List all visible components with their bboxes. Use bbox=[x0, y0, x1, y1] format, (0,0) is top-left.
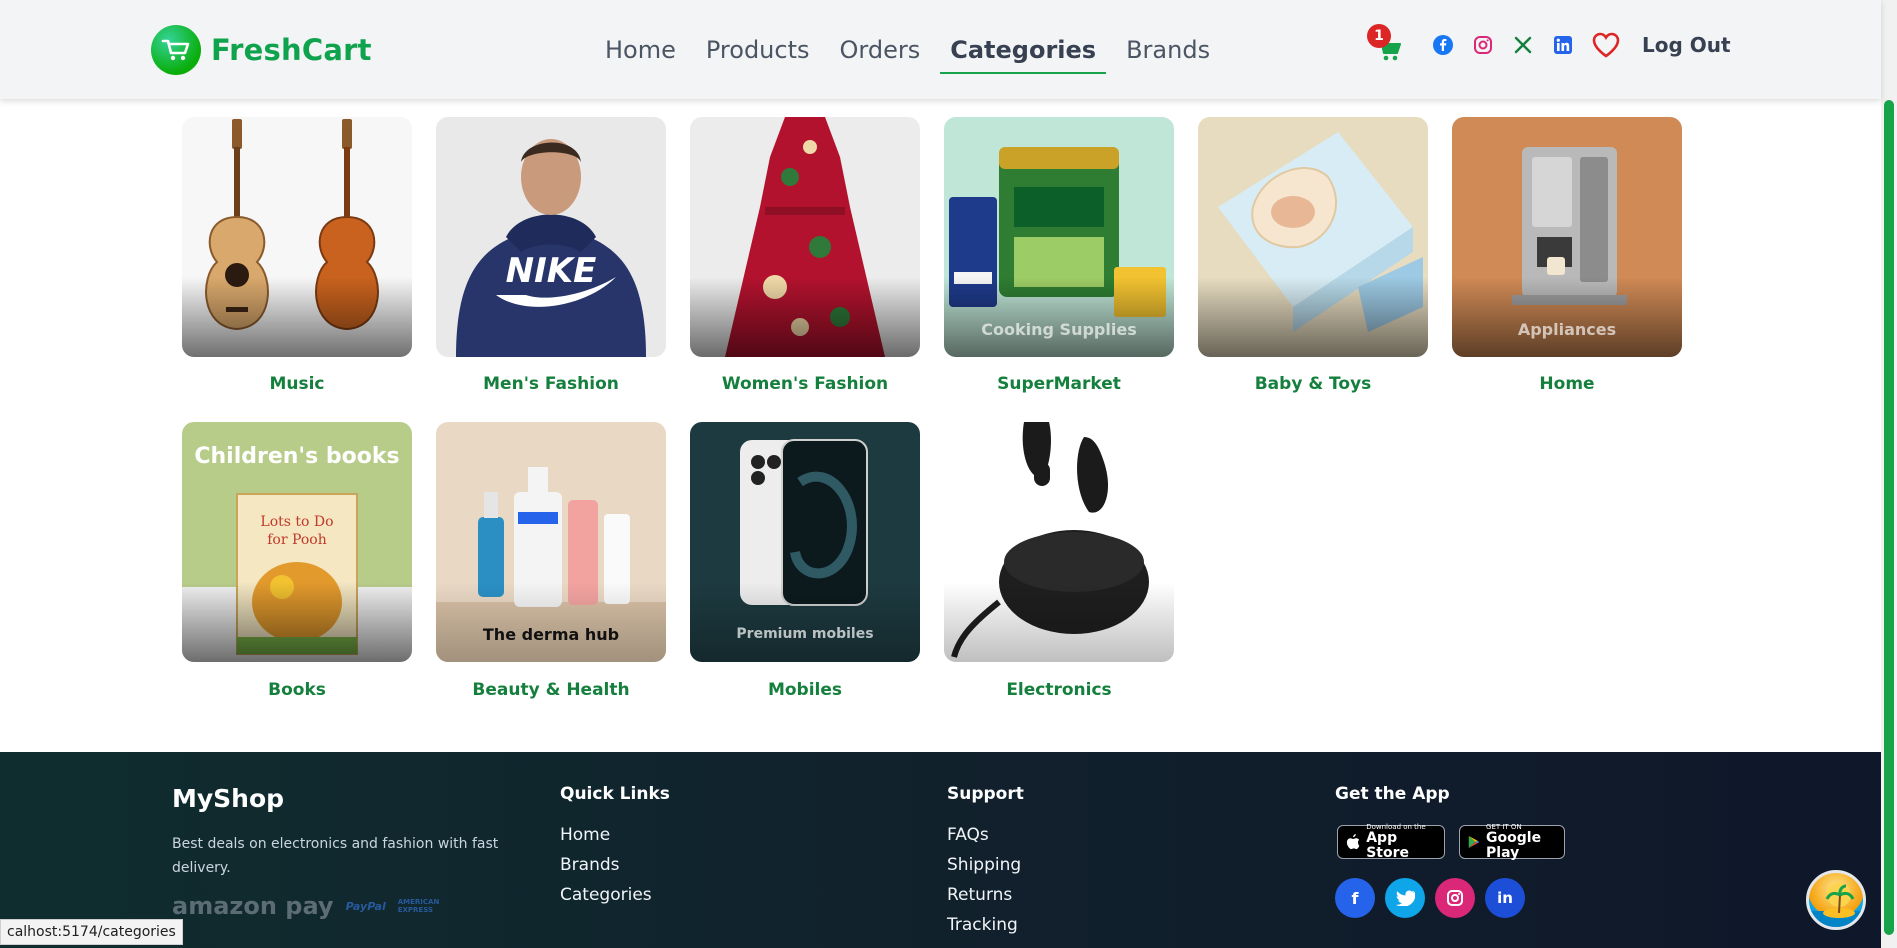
apple-icon bbox=[1346, 834, 1360, 850]
category-card-home[interactable]: Appliances bbox=[1452, 117, 1682, 357]
brand[interactable]: FreshCart bbox=[151, 25, 372, 75]
navbar: FreshCart Home Products Orders Categorie… bbox=[0, 0, 1881, 99]
category-card-baby-toys[interactable] bbox=[1198, 117, 1428, 357]
nav-products[interactable]: Products bbox=[691, 34, 825, 74]
category-name[interactable]: Baby & Toys bbox=[1198, 374, 1428, 394]
card-shade bbox=[690, 582, 920, 662]
footer-twitter-icon[interactable] bbox=[1385, 878, 1425, 918]
category-overlay-text: Children's books bbox=[194, 444, 400, 469]
footer-link-tracking[interactable]: Tracking bbox=[947, 915, 1018, 935]
nav-brands[interactable]: Brands bbox=[1111, 34, 1225, 74]
category-card-electronics[interactable] bbox=[944, 422, 1174, 662]
category-card-womens-fashion[interactable] bbox=[690, 117, 920, 357]
category-card-beauty-health[interactable]: The derma hub bbox=[436, 422, 666, 662]
google-play-button[interactable]: GET IT ON Google Play bbox=[1459, 823, 1565, 861]
footer-link-shipping[interactable]: Shipping bbox=[947, 855, 1021, 875]
footer-link-brands[interactable]: Brands bbox=[560, 855, 620, 875]
card-shade bbox=[182, 277, 412, 357]
category-name[interactable]: Books bbox=[182, 680, 412, 700]
category-card-music[interactable] bbox=[182, 117, 412, 357]
cart-button[interactable]: 1 bbox=[1367, 24, 1401, 61]
footer-link-faqs[interactable]: FAQs bbox=[947, 825, 989, 845]
svg-text:NIKE: NIKE bbox=[506, 251, 597, 291]
category-card-books[interactable]: Lots to Do for Pooh Children's books bbox=[182, 422, 412, 662]
footer-linkedin-icon[interactable]: in bbox=[1485, 878, 1525, 918]
card-shade bbox=[1198, 277, 1428, 357]
category-name[interactable]: Mobiles bbox=[690, 680, 920, 700]
card-shade bbox=[182, 582, 412, 662]
card-shade bbox=[944, 277, 1174, 357]
quick-links-heading: Quick Links bbox=[560, 784, 670, 804]
facebook-icon[interactable] bbox=[1432, 34, 1454, 56]
card-shade bbox=[944, 582, 1174, 662]
nav-categories[interactable]: Categories bbox=[935, 34, 1111, 74]
nav-actions: 1 Log Out bbox=[1367, 24, 1731, 61]
google-play-icon bbox=[1468, 835, 1480, 849]
book-title-line: for Pooh bbox=[267, 532, 326, 548]
category-card-supermarket[interactable]: Cooking Supplies bbox=[944, 117, 1174, 357]
linkedin-icon[interactable] bbox=[1552, 34, 1574, 56]
nav-home[interactable]: Home bbox=[590, 34, 691, 74]
category-name[interactable]: Women's Fashion bbox=[690, 374, 920, 394]
scrollbar-thumb[interactable] bbox=[1884, 100, 1894, 935]
payment-methods: amazon pay PayPal AMERICAN EXPRESS bbox=[172, 892, 442, 920]
card-shade bbox=[436, 582, 666, 662]
category-name[interactable]: Men's Fashion bbox=[436, 374, 666, 394]
support-heading: Support bbox=[947, 784, 1024, 804]
category-card-mens-fashion[interactable]: NIKE bbox=[436, 117, 666, 357]
main-nav: Home Products Orders Categories Brands bbox=[590, 34, 1225, 74]
category-name[interactable]: Beauty & Health bbox=[436, 680, 666, 700]
book-title-line: Lots to Do bbox=[260, 514, 333, 530]
get-app-heading: Get the App bbox=[1335, 784, 1450, 804]
category-name[interactable]: Home bbox=[1452, 374, 1682, 394]
status-bar-url: calhost:5174/categories bbox=[0, 919, 183, 945]
instagram-icon[interactable] bbox=[1472, 34, 1494, 56]
category-name[interactable]: Electronics bbox=[944, 680, 1174, 700]
footer-link-home[interactable]: Home bbox=[560, 825, 610, 845]
footer-facebook-icon[interactable]: f bbox=[1335, 878, 1375, 918]
card-shade bbox=[690, 277, 920, 357]
nav-orders[interactable]: Orders bbox=[825, 34, 936, 74]
category-overlay-text: Premium mobiles bbox=[736, 626, 874, 642]
app-store-big-text: App Store bbox=[1366, 830, 1410, 861]
paypal-logo: PayPal bbox=[345, 899, 386, 913]
brand-name: FreshCart bbox=[211, 33, 372, 67]
footer-link-categories[interactable]: Categories bbox=[560, 885, 652, 905]
card-shade bbox=[1452, 277, 1682, 357]
google-play-big-text: Google Play bbox=[1486, 830, 1542, 861]
app-store-button[interactable]: Download on the App Store bbox=[1337, 823, 1445, 861]
logout-button[interactable]: Log Out bbox=[1642, 33, 1731, 57]
x-twitter-icon[interactable] bbox=[1512, 34, 1534, 56]
footer-tagline: Best deals on electronics and fashion wi… bbox=[172, 836, 499, 876]
cart-logo-icon bbox=[151, 25, 201, 75]
cart-count-badge: 1 bbox=[1367, 24, 1391, 48]
hoodie-image: NIKE bbox=[436, 117, 666, 357]
category-name[interactable]: Music bbox=[182, 374, 412, 394]
category-overlay-text: Appliances bbox=[1517, 320, 1617, 339]
footer-link-returns[interactable]: Returns bbox=[947, 885, 1012, 905]
wishlist-heart-icon[interactable] bbox=[1592, 31, 1620, 59]
category-overlay-text: The derma hub bbox=[482, 625, 620, 644]
category-card-mobiles[interactable]: Premium mobiles bbox=[690, 422, 920, 662]
footer-instagram-icon[interactable] bbox=[1435, 878, 1475, 918]
footer-brand: MyShop bbox=[172, 784, 285, 813]
chat-widget-button[interactable] bbox=[1806, 870, 1866, 930]
category-overlay-text: Cooking Supplies bbox=[981, 320, 1137, 339]
category-name[interactable]: SuperMarket bbox=[944, 374, 1174, 394]
amazon-pay-logo: amazon pay bbox=[172, 892, 334, 920]
amex-logo: AMERICAN EXPRESS bbox=[397, 898, 440, 914]
